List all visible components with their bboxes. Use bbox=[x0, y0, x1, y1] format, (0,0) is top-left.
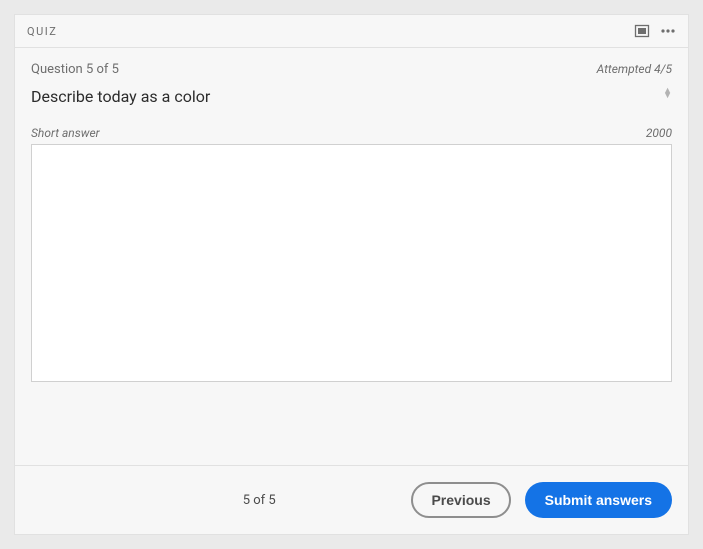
question-row: Describe today as a color ▲▼ bbox=[31, 87, 672, 106]
previous-button[interactable]: Previous bbox=[411, 482, 510, 518]
page-indicator: 5 of 5 bbox=[243, 493, 276, 508]
attempted-status: Attempted 4/5 bbox=[597, 62, 672, 76]
quiz-header: QUIZ bbox=[15, 15, 688, 48]
meta-row: Question 5 of 5 Attempted 4/5 bbox=[31, 62, 672, 77]
more-icon[interactable] bbox=[660, 23, 676, 39]
question-text: Describe today as a color bbox=[31, 87, 210, 106]
header-icons bbox=[634, 23, 676, 39]
answer-meta: Short answer 2000 bbox=[31, 126, 672, 140]
quiz-card: QUIZ Question 5 of 5 Attempted 4/5 Descr… bbox=[14, 14, 689, 535]
submit-button[interactable]: Submit answers bbox=[525, 482, 672, 518]
answer-input[interactable] bbox=[31, 144, 672, 382]
answer-type-label: Short answer bbox=[31, 126, 100, 140]
char-limit: 2000 bbox=[646, 126, 672, 140]
fullscreen-icon[interactable] bbox=[634, 23, 650, 39]
quiz-footer: 5 of 5 Previous Submit answers bbox=[15, 465, 688, 534]
sort-arrows-icon[interactable]: ▲▼ bbox=[663, 87, 672, 100]
quiz-body: Question 5 of 5 Attempted 4/5 Describe t… bbox=[15, 48, 688, 465]
quiz-title: QUIZ bbox=[27, 25, 57, 38]
question-counter: Question 5 of 5 bbox=[31, 62, 119, 77]
